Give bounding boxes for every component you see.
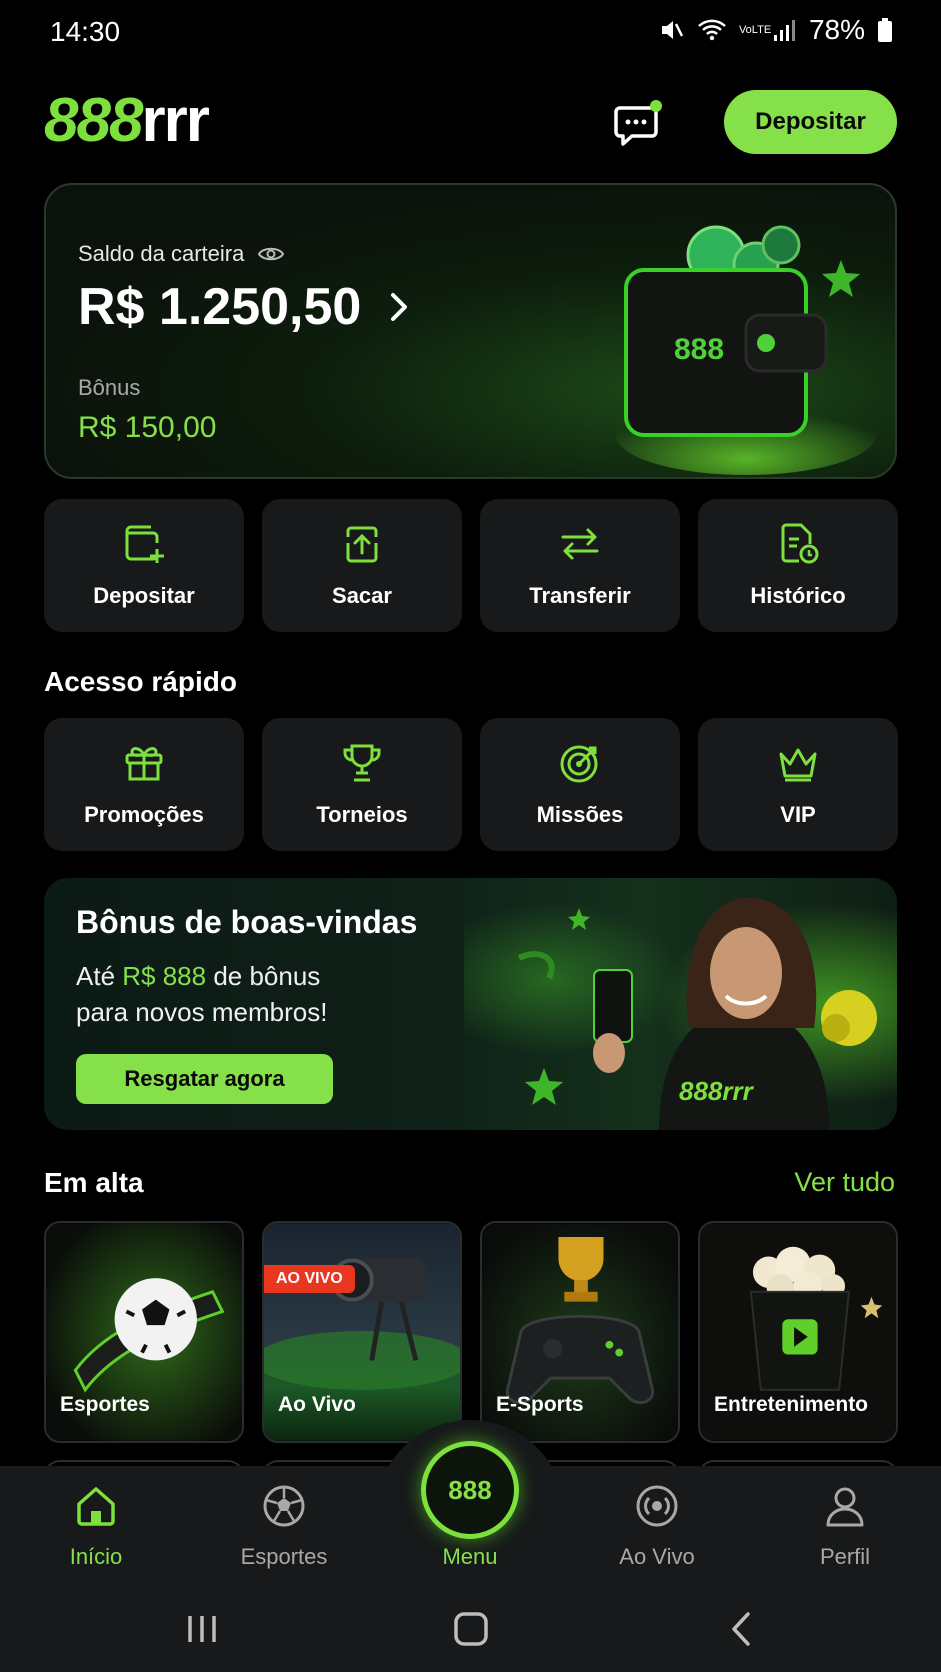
trending-card-sports[interactable]: Esportes	[44, 1221, 244, 1443]
quick-access-title: Acesso rápido	[44, 666, 237, 697]
quick-tournaments[interactable]: Torneios	[262, 718, 462, 851]
status-icons: VoLTE 78%	[659, 14, 893, 46]
action-history[interactable]: Histórico	[698, 499, 898, 632]
promo-line1-prefix: Até	[76, 961, 123, 991]
wallet-balance: R$ 1.250,50	[78, 278, 362, 336]
action-label: Depositar	[93, 583, 195, 608]
signal-icon	[773, 20, 795, 41]
upload-icon	[346, 526, 378, 563]
quick-label: Torneios	[316, 802, 408, 827]
action-withdraw[interactable]: Sacar	[262, 499, 462, 632]
recent-apps-icon[interactable]	[182, 1612, 222, 1646]
bonus-label: Bônus	[78, 375, 141, 400]
history-icon	[781, 523, 819, 564]
trending-card-esports[interactable]: E-Sports	[480, 1221, 680, 1443]
wallet-card[interactable]: Saldo da carteira R$ 1.250,50 Bônus R$ 1…	[44, 183, 897, 479]
claim-bonus-button[interactable]: Resgatar agora	[76, 1054, 333, 1104]
wallet-balance-label-row: Saldo da carteira	[78, 241, 285, 267]
status-time: 14:30	[50, 16, 121, 47]
nav-label: Esportes	[240, 1544, 328, 1569]
status-bar: 14:30 VoLTE 78%	[0, 0, 941, 64]
bonus-value: R$ 150,00	[78, 411, 217, 444]
trending-card-live[interactable]: AO VIVO Ao Vivo	[262, 1221, 462, 1443]
trophy-icon	[343, 744, 381, 782]
nav-live[interactable]: Ao Vivo	[587, 1484, 727, 1570]
transfer-icon	[561, 528, 599, 560]
card-label: E-Sports	[496, 1393, 584, 1416]
nav-label: Ao Vivo	[619, 1544, 695, 1569]
quick-label: Promoções	[84, 802, 204, 827]
target-icon	[560, 745, 598, 783]
quick-missions[interactable]: Missões	[480, 718, 680, 851]
system-nav-bar	[0, 1586, 941, 1672]
header-deposit-button[interactable]: Depositar	[724, 90, 897, 154]
soccer-ball-icon	[263, 1485, 305, 1527]
promo-title: Bônus de boas-vindas	[76, 904, 418, 940]
volte-label: VoLTE	[738, 23, 772, 36]
quick-promotions[interactable]: Promoções	[44, 718, 244, 851]
live-badge: AO VIVO	[264, 1265, 355, 1293]
nav-profile[interactable]: Perfil	[775, 1484, 915, 1570]
card-label: Ao Vivo	[278, 1393, 356, 1416]
battery-icon	[878, 18, 892, 42]
shirt-logo-text: 888rrr	[679, 1076, 755, 1106]
wallet-logo-text: 888	[674, 333, 724, 366]
action-label: Histórico	[750, 583, 846, 608]
card-label: Entretenimento	[714, 1393, 869, 1416]
home-icon	[77, 1487, 115, 1526]
trending-card-entertainment[interactable]: Entretenimento	[698, 1221, 898, 1443]
menu-button[interactable]: 888	[421, 1441, 519, 1539]
brand-logo[interactable]: 888rrr	[44, 86, 210, 156]
wallet-illustration: 888	[616, 225, 876, 475]
wallet-balance-row[interactable]: R$ 1.250,50	[78, 277, 409, 337]
user-icon	[826, 1487, 864, 1527]
wallet-balance-label: Saldo da carteira	[78, 241, 245, 266]
battery-percent: 78%	[808, 14, 865, 45]
nav-label: Início	[69, 1544, 123, 1569]
trending-title: Em alta	[44, 1167, 144, 1198]
action-deposit[interactable]: Depositar	[44, 499, 244, 632]
wallet-plus-icon	[125, 525, 164, 563]
menu-label: Menu	[442, 1544, 498, 1569]
action-transfer[interactable]: Transferir	[480, 499, 680, 632]
welcome-bonus-banner[interactable]: 888rrr Bônus de boas-vindas Até R$ 888 d…	[44, 878, 897, 1130]
wifi-icon	[698, 19, 726, 41]
action-label: Transferir	[529, 583, 631, 608]
card-label: Esportes	[60, 1393, 150, 1416]
home-button-icon[interactable]	[451, 1612, 491, 1646]
gift-icon	[125, 747, 163, 781]
quick-label: Missões	[536, 802, 624, 827]
promo-line2: para novos membros!	[76, 997, 328, 1027]
back-icon[interactable]	[722, 1612, 762, 1646]
promo-illustration: 888rrr	[464, 878, 897, 1130]
action-label: Sacar	[332, 583, 392, 608]
crown-icon	[779, 748, 817, 782]
eye-icon[interactable]	[258, 245, 285, 263]
nav-label: Perfil	[819, 1544, 871, 1569]
see-all-link[interactable]: Ver tudo	[794, 1167, 895, 1198]
nav-home[interactable]: Início	[26, 1484, 166, 1570]
mute-icon	[661, 21, 684, 39]
promo-highlight: R$ 888	[122, 961, 207, 991]
chevron-right-icon[interactable]	[389, 291, 409, 323]
promo-line1-suffix: de bônus	[206, 961, 321, 991]
nav-sports[interactable]: Esportes	[214, 1484, 354, 1570]
promo-subtitle: Até R$ 888 de bônus para novos membros!	[76, 958, 436, 1030]
quick-label: VIP	[780, 802, 816, 827]
quick-vip[interactable]: VIP	[698, 718, 898, 851]
live-broadcast-icon	[636, 1485, 678, 1527]
notification-dot	[650, 100, 662, 112]
